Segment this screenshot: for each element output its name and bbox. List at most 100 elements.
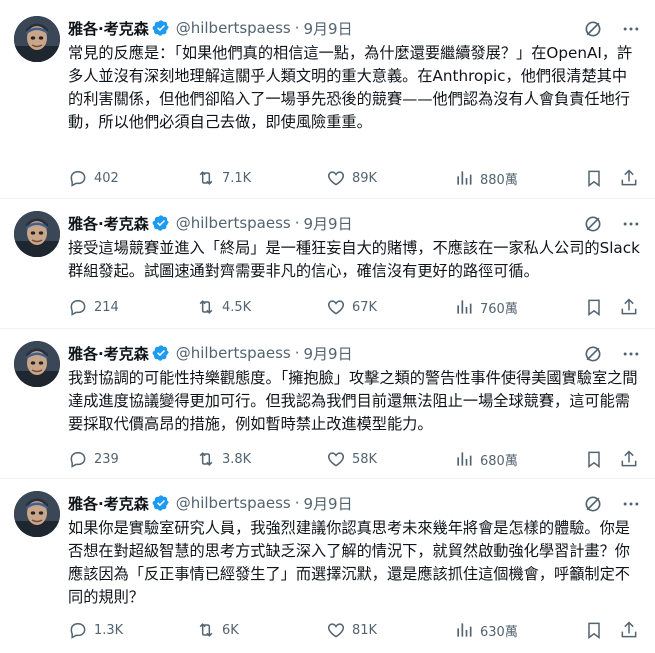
tweet-divider [0,328,655,329]
reply-button[interactable]: 402 [68,167,119,189]
bookmark-button[interactable] [584,448,604,470]
tweet[interactable]: 雅各·考克森 @hilbertspaess · 9月9日 常見的反應是：「如果他… [0,16,655,196]
retweet-button[interactable]: 3.8K [196,448,251,470]
reply-button[interactable]: 239 [68,448,119,470]
tweet[interactable]: 雅各·考克森 @hilbertspaess · 9月9日 我對協調的可能性持樂觀… [0,341,655,476]
bar-chart-icon [457,452,472,466]
tweet[interactable]: 雅各·考克森 @hilbertspaess · 9月9日 如果你是實驗室研究人員… [0,491,655,651]
verified-badge-icon [152,344,170,362]
bookmark-button[interactable] [584,296,604,318]
views-button[interactable]: 630萬 [454,619,518,641]
reply-count: 402 [94,170,119,186]
share-button[interactable] [619,167,639,189]
author-handle[interactable]: @hilbertspaess [176,214,291,232]
like-button[interactable]: 58K [326,448,377,470]
like-count: 67K [352,299,378,315]
retweet-button[interactable]: 4.5K [196,296,251,318]
like-count: 81K [352,622,378,638]
like-button[interactable]: 81K [326,619,377,641]
author-name[interactable]: 雅各·考克森 [68,213,149,234]
author-handle[interactable]: @hilbertspaess [176,19,291,37]
retweet-count: 6K [222,622,239,638]
share-button[interactable] [619,296,639,318]
view-count: 880萬 [480,172,518,188]
reply-button[interactable]: 1.3K [68,619,123,641]
grok-slash-icon[interactable] [583,344,603,368]
like-count: 89K [352,170,378,186]
like-button[interactable]: 67K [326,296,377,318]
bookmark-button[interactable] [584,619,604,641]
grok-slash-icon[interactable] [583,494,603,518]
reply-count: 239 [94,451,119,467]
avatar-image [14,341,60,387]
retweet-button[interactable]: 6K [196,619,239,641]
verified-badge-icon [152,494,170,512]
tweet-text: 接受這場競賽並進入「終局」是一種狂妄自大的賭博，不應該在一家私人公司的Slack… [68,239,640,280]
retweet-arrows-icon [199,171,213,185]
action-bar: 214 4.5K 67K 760萬 [68,296,640,318]
tweet-timestamp[interactable]: 9月9日 [304,18,353,39]
more-dots-icon[interactable] [621,214,641,238]
avatar-image [14,211,60,257]
avatar[interactable] [14,211,60,257]
action-bar: 1.3K 6K 81K 630萬 [68,619,640,641]
author-handle[interactable]: @hilbertspaess [176,344,291,362]
avatar[interactable] [14,16,60,62]
share-button[interactable] [619,619,639,641]
author-name[interactable]: 雅各·考克森 [68,343,149,364]
share-upload-icon [621,298,637,315]
more-dots-icon[interactable] [621,494,641,518]
more-dots-icon[interactable] [621,19,641,43]
bar-chart-icon [457,171,472,185]
author-name[interactable]: 雅各·考克森 [68,493,149,514]
reply-bubble-icon [70,452,86,468]
retweet-arrows-icon [199,452,213,466]
avatar-image [14,491,60,537]
tweet[interactable]: 雅各·考克森 @hilbertspaess · 9月9日 接受這場競賽並進入「終… [0,211,655,326]
bookmark-icon [588,622,600,639]
author-handle[interactable]: @hilbertspaess [176,494,291,512]
reply-count: 214 [94,299,119,315]
separator-dot: · [294,344,300,362]
views-button[interactable]: 760萬 [454,296,518,318]
share-button[interactable] [619,448,639,470]
bar-chart-icon [457,300,472,314]
avatar[interactable] [14,491,60,537]
views-button[interactable]: 880萬 [454,167,518,189]
share-upload-icon [621,450,637,467]
view-count: 630萬 [480,624,518,640]
bookmark-icon [588,170,600,187]
tweet-text: 常見的反應是：「如果他們真的相信這一點，為什麼還要繼續發展？」在OpenAI，許… [68,44,633,131]
share-upload-icon [621,621,637,638]
retweet-arrows-icon [199,623,213,637]
tweet-timestamp[interactable]: 9月9日 [304,493,353,514]
tweet-timestamp[interactable]: 9月9日 [304,213,353,234]
grok-slash-icon[interactable] [583,214,603,238]
reply-button[interactable]: 214 [68,296,119,318]
view-count: 680萬 [480,453,518,469]
like-button[interactable]: 89K [326,167,377,189]
tweet-text: 我對協調的可能性持樂觀態度。「擁抱臉」攻擊之類的警告性事件使得美國實驗室之間達成… [68,369,638,433]
tweet-divider [0,198,655,199]
retweet-button[interactable]: 7.1K [196,167,251,189]
tweet-text: 如果你是實驗室研究人員，我強烈建議你認真思考未來幾年將會是怎樣的體驗。你是否想在… [68,519,630,606]
author-name[interactable]: 雅各·考克森 [68,18,149,39]
grok-slash-icon[interactable] [583,19,603,43]
heart-icon [327,452,345,467]
separator-dot: · [294,494,300,512]
heart-icon [327,300,345,315]
view-count: 760萬 [480,301,518,317]
share-upload-icon [621,169,637,186]
heart-icon [327,171,345,186]
avatar[interactable] [14,341,60,387]
action-bar: 402 7.1K 89K 880萬 [68,167,640,189]
bookmark-button[interactable] [584,167,604,189]
tweet-divider [0,478,655,479]
tweet-timestamp[interactable]: 9月9日 [304,343,353,364]
heart-icon [327,623,345,638]
views-button[interactable]: 680萬 [454,448,518,470]
verified-badge-icon [152,214,170,232]
action-bar: 239 3.8K 58K 680萬 [68,448,640,470]
verified-badge-icon [152,19,170,37]
more-dots-icon[interactable] [621,344,641,368]
